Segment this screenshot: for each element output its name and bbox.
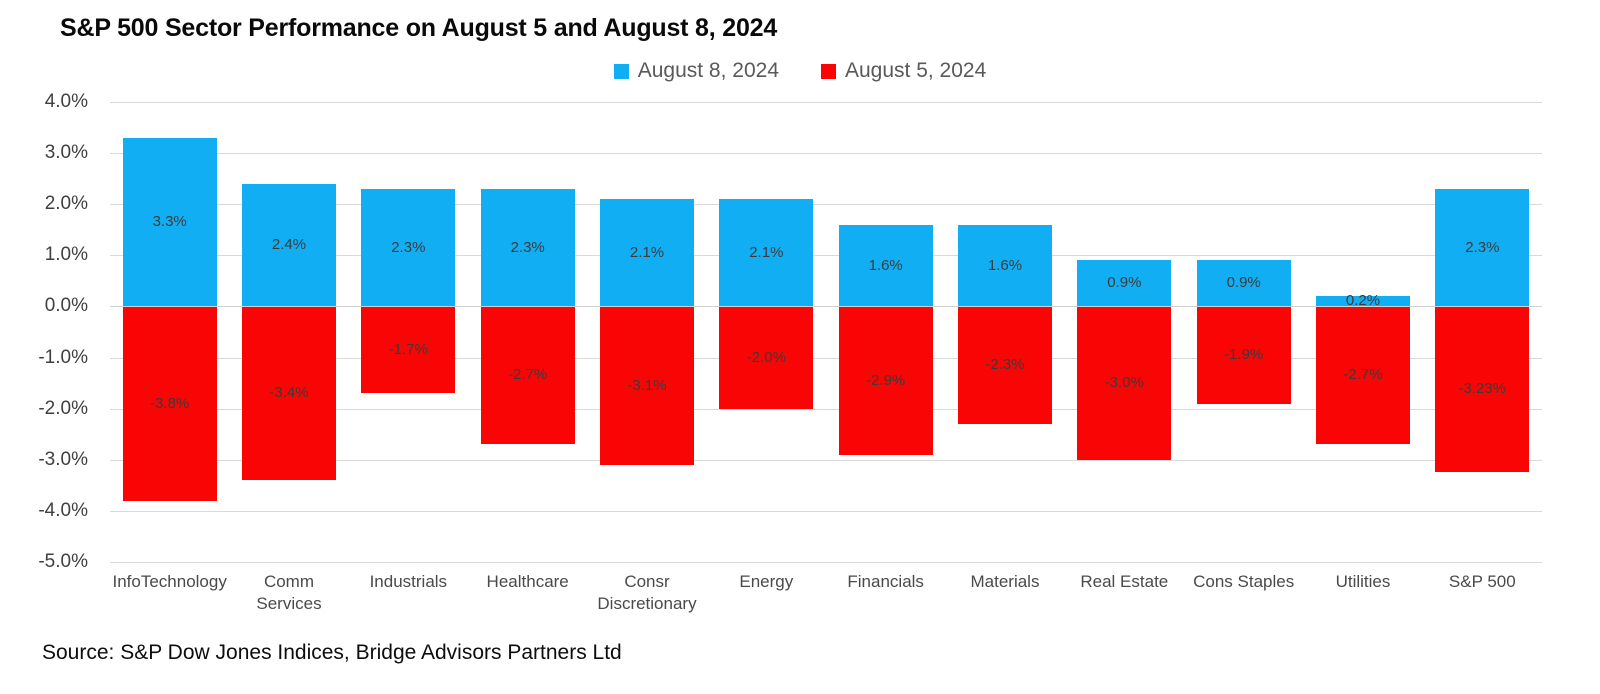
x-axis-tick-label-line: Healthcare [486,572,569,591]
chart-legend: August 8, 2024 August 5, 2024 [0,59,1600,83]
bar-aug5[interactable] [600,306,694,465]
y-axis-tick-label: -1.0% [38,346,88,368]
y-axis-tick-label: 1.0% [44,244,88,266]
bar-aug8[interactable] [1077,260,1172,307]
bar-aug5[interactable] [719,306,814,409]
x-axis-tick-label-line: Industrials [369,572,448,591]
bar-aug8[interactable] [480,188,575,307]
source-note: Source: S&P Dow Jones Indices, Bridge Ad… [42,641,622,664]
bar-group[interactable]: 1.6% -2.9% [838,102,933,562]
y-axis-tick-label: -4.0% [38,499,88,521]
x-axis-tick-label: S&P 500 [1423,571,1542,593]
x-axis-tick-label: Healthcare [468,571,587,593]
bar-aug5[interactable] [361,306,456,394]
bar-aug8[interactable] [242,183,336,307]
bar-group[interactable]: 0.9% -1.9% [1196,102,1291,562]
bar-aug8[interactable] [122,137,217,307]
bar-group[interactable]: 2.1% -3.1% [600,102,694,562]
x-axis-tick-label: Industrials [349,571,468,593]
x-axis-tick-label-line: Discretionary [597,594,697,613]
x-axis-tick-label-line: Comm Services [256,572,322,613]
x-axis-tick-label: Financials [826,571,945,593]
y-axis-tick-label: -2.0% [38,397,88,419]
x-axis-tick-label: Energy [707,571,826,593]
bar-group[interactable]: 2.4% -3.4% [242,102,336,562]
chart-container: S&P 500 Sector Performance on August 5 a… [0,0,1600,694]
y-axis-tick-label: 3.0% [44,142,88,164]
gridline [110,562,1542,563]
y-axis: 4.0% 3.0% 2.0% 1.0% 0.0% -1.0% -2.0% -3.0% -4.0%… [0,91,110,572]
bar-aug5[interactable] [242,306,336,481]
legend-label: August 8, 2024 [637,59,779,82]
plot-area: 3.3% -3.8% 2.4% -3.4% 2.3% -1.7% 2.3% -2.7% 2.1%… [110,102,1542,563]
bar-aug5[interactable] [1435,306,1530,472]
bar-aug5[interactable] [958,306,1052,424]
bar-aug5[interactable] [122,306,217,501]
legend-swatch-icon [613,63,629,79]
x-axis-tick-label-line: S&P 500 [1448,572,1516,591]
bar-aug5[interactable] [1316,306,1410,445]
y-axis-tick-label: -5.0% [38,551,88,572]
x-axis-tick-label-line: Consr [624,572,670,591]
x-axis-tick-label-line: Cons Staples [1193,572,1295,591]
bar-group[interactable]: 2.3% -1.7% [361,102,456,562]
x-axis-tick-label-line: InfoTechnology [112,572,227,591]
bar-aug8[interactable] [719,199,814,307]
x-axis-tick-label: Cons Staples [1184,571,1303,593]
x-axis-tick-label-line: Financials [847,572,924,591]
y-axis-tick-label: 4.0% [44,91,88,112]
x-axis-tick-label-line: Real Estate [1080,572,1169,591]
x-axis: InfoTechnology Comm Services Industrials He… [110,565,1542,625]
legend-swatch-icon [821,63,836,79]
bar-group[interactable]: 2.3% -2.7% [480,102,575,562]
bar-group[interactable]: 1.6% -2.3% [958,102,1052,562]
x-axis-tick-label-line: Energy [739,572,794,591]
y-axis-tick-label: 0.0% [44,295,88,317]
bar-aug5[interactable] [1196,306,1291,404]
x-axis-tick-label: Materials [945,571,1064,593]
bar-aug5[interactable] [1077,306,1172,460]
x-axis-tick-label-line: Materials [970,572,1040,591]
x-axis-tick-label: Comm Services [229,571,348,615]
bar-aug8[interactable] [958,224,1052,307]
bar-group[interactable]: 2.3% -3.23% [1435,102,1530,562]
bar-group[interactable]: 0.9% -3.0% [1077,102,1172,562]
x-axis-tick-label: Utilities [1303,571,1422,593]
x-axis-tick-label-line: Utilities [1335,572,1391,591]
x-axis-tick-label: Consr Discretionary [587,571,706,615]
bar-group[interactable]: 0.2% -2.7% [1316,102,1410,562]
bar-aug5[interactable] [838,306,933,455]
bar-aug8[interactable] [1435,188,1530,307]
bar-group[interactable]: 2.1% -2.0% [719,102,814,562]
y-axis-tick-label: 2.0% [44,193,88,215]
legend-item-aug5[interactable]: August 5, 2024 [821,59,986,83]
bar-group[interactable]: 3.3% -3.8% [122,102,217,562]
x-axis-tick-label: Real Estate [1065,571,1184,593]
bar-aug8[interactable] [838,224,933,307]
chart-title: S&P 500 Sector Performance on August 5 a… [60,14,778,42]
bar-aug5[interactable] [480,306,575,445]
bar-aug8[interactable] [600,199,694,307]
x-axis-tick-label: InfoTechnology [110,571,229,593]
bar-aug8[interactable] [361,188,456,307]
legend-label: August 5, 2024 [845,59,987,82]
legend-item-aug8[interactable]: August 8, 2024 [613,59,779,83]
bar-aug8[interactable] [1316,296,1410,307]
bars-layer: 3.3% -3.8% 2.4% -3.4% 2.3% -1.7% 2.3% -2.7% 2.1%… [110,102,1542,562]
bar-aug8[interactable] [1196,260,1291,307]
zero-line [110,306,1542,308]
y-axis-tick-label: -3.0% [38,448,88,470]
